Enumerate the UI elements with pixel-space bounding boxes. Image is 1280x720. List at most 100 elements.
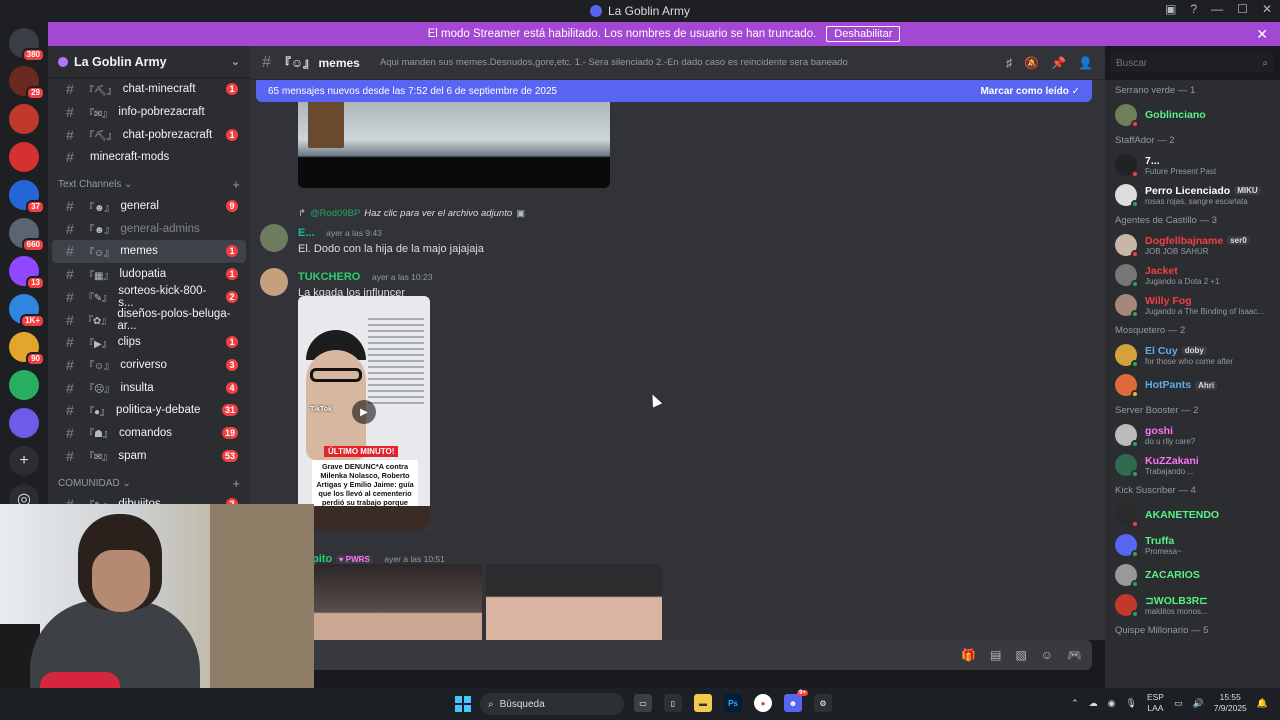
notifications-icon[interactable]: 🔔 — [1257, 698, 1268, 709]
channel-item[interactable]: # 『✉』 spam 53 — [52, 444, 246, 467]
app-icon[interactable]: ▯ — [664, 694, 682, 712]
member-item[interactable]: ⊐WOLB3R⊏ malditos monos... — [1105, 590, 1280, 620]
play-icon[interactable]: ▶ — [352, 400, 376, 424]
category-comunidad[interactable]: COMUNIDAD ⌄ + — [48, 473, 250, 493]
add-channel-icon[interactable]: + — [232, 177, 240, 192]
channel-item[interactable]: # 『▦』 ludopatia 1 — [52, 263, 246, 286]
app-icon[interactable]: ⚙ — [814, 694, 832, 712]
channel-item[interactable]: # 『⛏』 chat-pobrezacraft 1 — [52, 123, 246, 146]
emoji-icon[interactable]: ☺ — [1041, 648, 1053, 662]
windows-start-icon[interactable] — [455, 696, 471, 712]
server-header[interactable]: La Goblin Army ⌄ — [48, 46, 250, 78]
inbox-icon[interactable]: ▣ — [1165, 2, 1176, 16]
server-icon[interactable]: 37 — [9, 180, 45, 214]
channel-item[interactable]: # 『☻』 general-admins — [52, 217, 246, 240]
server-icon[interactable]: 29 — [9, 66, 45, 100]
member-item[interactable]: goshi do u rlly care? — [1105, 420, 1280, 450]
close-icon[interactable]: ✕ — [1256, 26, 1268, 43]
volume-icon[interactable]: 🔊 — [1192, 698, 1203, 709]
sticker-icon[interactable]: ▧ — [1015, 648, 1026, 662]
member-item[interactable]: El Cuy doby for those who come after — [1105, 340, 1280, 370]
close-button[interactable]: ✕ — [1262, 2, 1272, 16]
category-text-channels[interactable]: Text Channels ⌄ + — [48, 175, 250, 195]
member-item[interactable]: HotPants Ahri — [1105, 370, 1280, 400]
channel-item[interactable]: # 『☺』 memes 1 — [52, 240, 246, 263]
server-icon[interactable] — [9, 142, 39, 172]
message-composer[interactable]: 🎁 ▤ ▧ ☺ 🎮 — [256, 640, 1092, 670]
search-input[interactable] — [1116, 57, 1256, 69]
server-icon[interactable]: 380 — [9, 28, 45, 62]
member-item[interactable]: Dogfellbajname ser0 JOB JOB SAHUR — [1105, 230, 1280, 260]
photoshop-icon[interactable]: Ps — [724, 694, 742, 712]
channel-item[interactable]: # 『⛏』 chat-minecraft 1 — [52, 78, 246, 101]
reply-preview[interactable]: ↱ @Rod09BP Haz clic para ver el archivo … — [298, 208, 525, 219]
threads-icon[interactable]: ♯ — [1006, 56, 1012, 70]
server-icon[interactable] — [9, 370, 39, 400]
channel-item[interactable]: # 『✎』 sorteos-kick-800-s... 2 — [52, 285, 246, 309]
display-icon[interactable]: ▭ — [1174, 698, 1183, 709]
channel-item[interactable]: # 『☹』 insulta 4 — [52, 376, 246, 399]
image-attachment[interactable] — [312, 564, 482, 640]
language-indicator[interactable]: ESP LAA — [1147, 692, 1164, 714]
avatar[interactable] — [260, 268, 288, 296]
server-icon[interactable]: 660 — [9, 218, 45, 252]
help-icon[interactable]: ? — [1190, 2, 1197, 16]
server-icon[interactable]: 1K+ — [9, 294, 45, 328]
message-author[interactable]: TUKCHERO — [298, 271, 360, 283]
server-icon[interactable] — [9, 408, 39, 438]
member-item[interactable]: AKANETENDO — [1105, 500, 1280, 530]
chevron-down-icon[interactable]: ⌄ — [231, 55, 240, 68]
avatar[interactable] — [260, 224, 288, 252]
task-view-icon[interactable]: ▭ — [634, 694, 652, 712]
channel-item[interactable]: # 『●』 politica-y-debate 31 — [52, 399, 246, 422]
clock[interactable]: 15:55 7/9/2025 — [1214, 692, 1247, 714]
member-item[interactable]: Willy Fog Jugando a The Binding of Isaac.… — [1105, 290, 1280, 320]
channel-item[interactable]: # 『☗』 comandos 19 — [52, 422, 246, 445]
file-explorer-icon[interactable]: ▬ — [694, 694, 712, 712]
activities-icon[interactable]: 🎮 — [1067, 648, 1082, 662]
channel-item[interactable]: # 『✉』 info-pobrezacraft — [52, 101, 246, 124]
tiktok-video-embed[interactable]: TikTok ▶ ÚLTIMO MINUTO! Grave DENUNC*A c… — [298, 296, 430, 530]
add-server-icon[interactable]: + — [9, 446, 39, 476]
server-icon[interactable] — [9, 104, 39, 134]
network-icon[interactable]: ◉ — [1108, 698, 1116, 709]
image-gallery[interactable] — [312, 564, 662, 640]
channel-item[interactable]: # minecraft-mods — [52, 146, 246, 169]
maximize-button[interactable]: ☐ — [1237, 2, 1248, 16]
chrome-icon[interactable]: ● — [754, 694, 772, 712]
minimize-button[interactable]: — — [1211, 2, 1223, 16]
channel-item[interactable]: # 『☺』 coriverso 3 — [52, 354, 246, 377]
taskbar-search[interactable]: ⌕ Búsqueda — [480, 693, 624, 715]
disable-streamer-button[interactable]: Deshabilitar — [826, 26, 901, 42]
add-channel-icon[interactable]: + — [232, 476, 240, 491]
microphone-icon[interactable]: 🎙 — [1126, 698, 1137, 709]
members-icon[interactable]: 👤 — [1078, 56, 1093, 70]
member-item[interactable]: Goblinciano — [1105, 100, 1280, 130]
channel-item[interactable]: # 『☻』 general 9 — [52, 195, 246, 218]
pin-icon[interactable]: 📌 — [1051, 56, 1066, 70]
new-messages-bar[interactable]: 65 mensajes nuevos desde las 7:52 del 6 … — [256, 80, 1092, 102]
mark-as-read-button[interactable]: Marcar como leído ✓ — [980, 86, 1080, 97]
message-input[interactable] — [266, 647, 962, 663]
discord-icon[interactable]: ☻ 9+ — [784, 690, 808, 712]
member-item[interactable]: ZACARIOS — [1105, 560, 1280, 590]
channel-item[interactable]: # 『✿』 diseños-polos-beluga-ar... — [52, 308, 246, 332]
search-box[interactable]: ⌕ — [1110, 53, 1274, 73]
channel-topic[interactable]: Aqui manden sus memes.Desnudos,gore,etc.… — [380, 57, 848, 68]
reply-author[interactable]: @Rod09BP — [310, 208, 360, 219]
image-attachment[interactable] — [486, 564, 662, 640]
member-item[interactable]: Perro Licenciado MIKU rosas rojas, sangre … — [1105, 180, 1280, 210]
member-item[interactable]: KuZZakani Trabajando ... — [1105, 450, 1280, 480]
notification-bell-icon[interactable]: 🔕 — [1024, 56, 1039, 70]
chevron-up-icon[interactable]: ⌃ — [1071, 698, 1079, 709]
server-icon[interactable]: 13 — [9, 256, 45, 290]
member-item[interactable]: 7... Future Present Past — [1105, 150, 1280, 180]
cloud-icon[interactable]: ☁ — [1089, 698, 1098, 709]
channel-item[interactable]: # 『▶』 clips 1 — [52, 331, 246, 354]
gift-icon[interactable]: 🎁 — [961, 648, 976, 662]
server-icon[interactable]: 90 — [9, 332, 45, 366]
member-item[interactable]: Jacket Jugando a Dota 2 +1 — [1105, 260, 1280, 290]
message-author[interactable]: E... — [298, 227, 315, 239]
gif-icon[interactable]: ▤ — [990, 648, 1001, 662]
member-item[interactable]: Truffa Promesa~ — [1105, 530, 1280, 560]
